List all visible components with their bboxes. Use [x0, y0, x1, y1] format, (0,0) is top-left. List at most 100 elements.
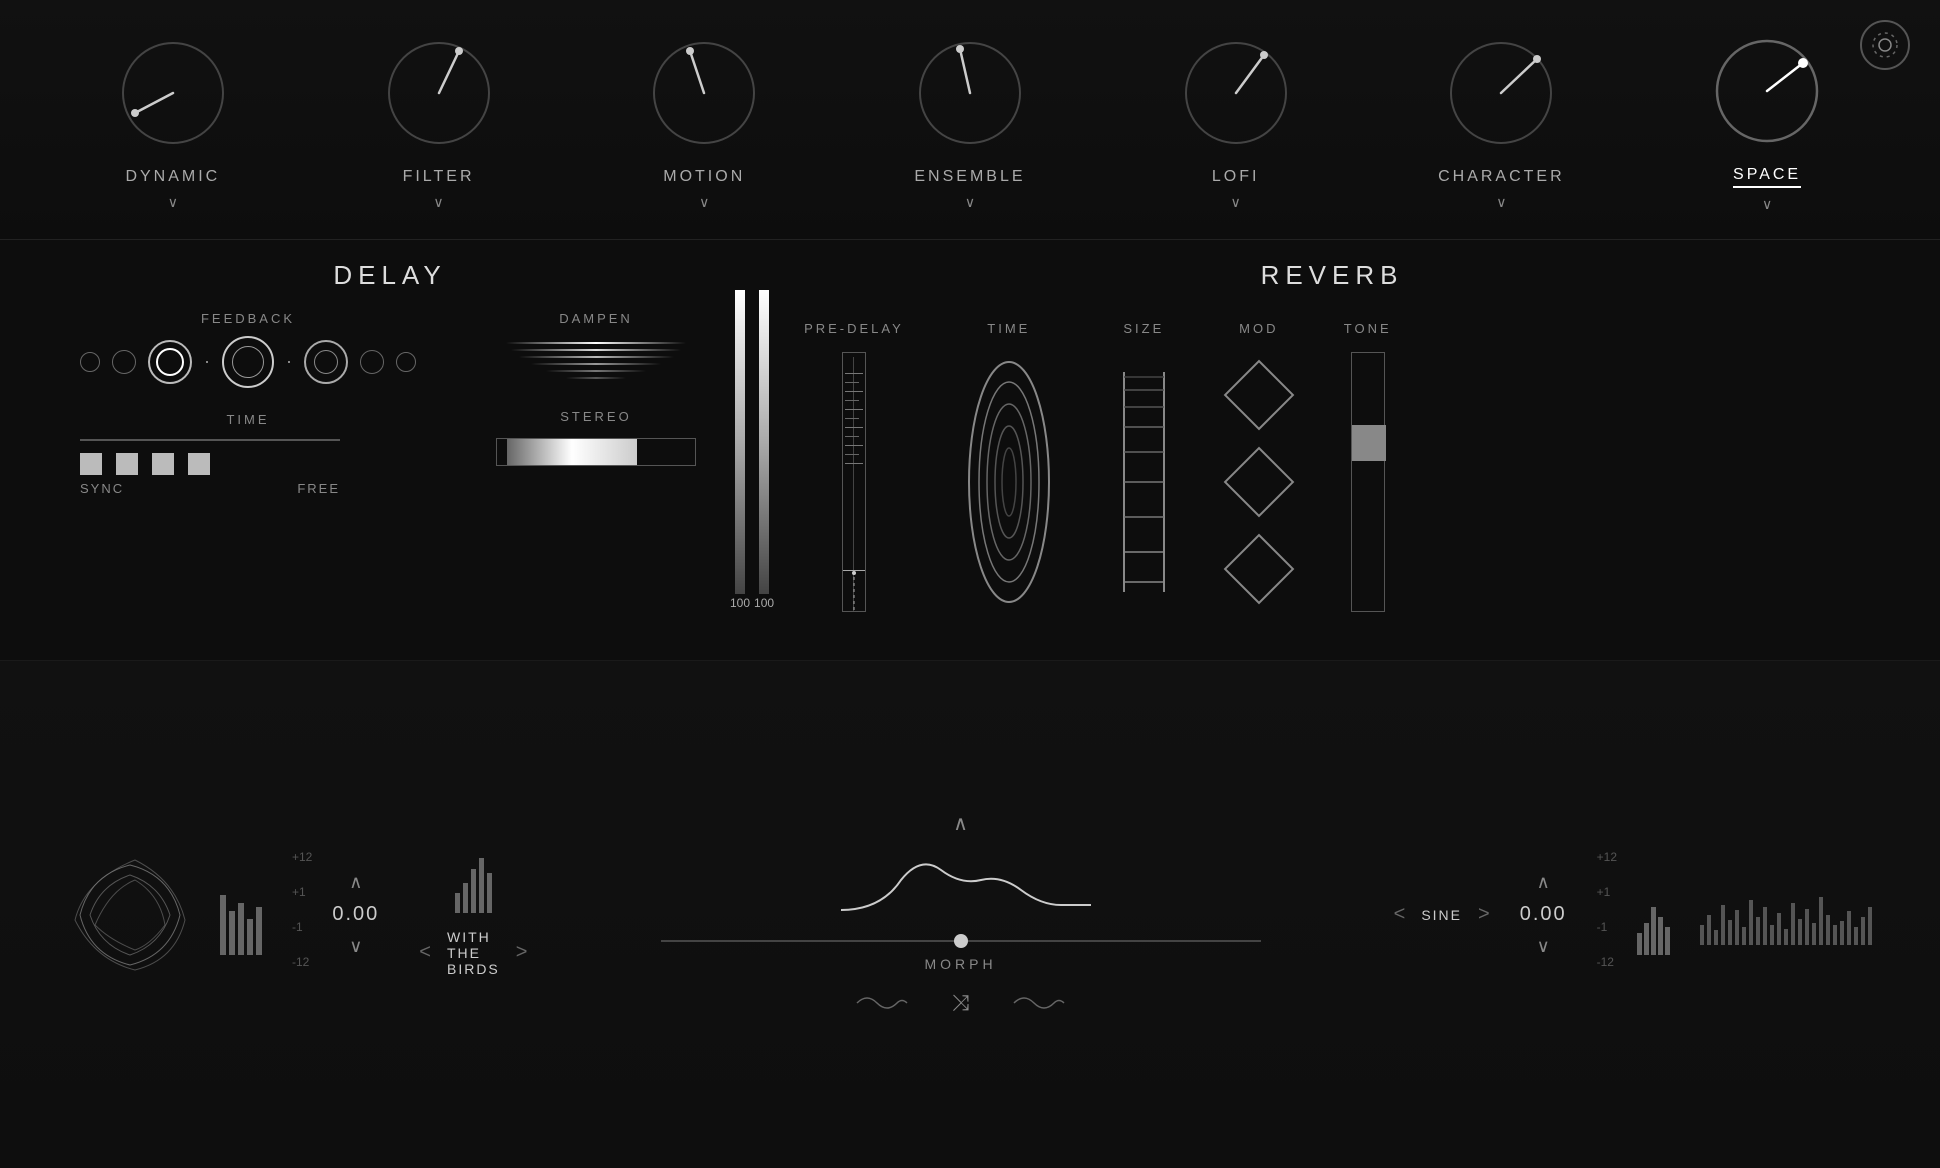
bottom-left: +12 +1 -1 -12 ∧ 0.00 ∨ < — [60, 845, 527, 985]
input-controls-right: ∧ 0.00 ∨ — [1520, 872, 1567, 957]
meter-value-left: 100 — [730, 596, 750, 610]
diamond-top — [1223, 360, 1294, 431]
stereo-slider[interactable] — [496, 438, 696, 466]
shuffle-icon[interactable]: ⤨ — [952, 990, 970, 1016]
reverb-size-control: SIZE — [1114, 321, 1174, 612]
db-scale-labels-right: +12 +1 -1 -12 — [1597, 850, 1617, 970]
down-arrow-right[interactable]: ∨ — [1537, 936, 1550, 957]
reverb-mod-shape[interactable] — [1234, 352, 1284, 612]
knob-arrow-ensemble[interactable]: ∨ — [965, 194, 975, 211]
preset-prev-right[interactable]: < — [1394, 903, 1406, 926]
value-display-left: 0.00 — [332, 903, 379, 926]
morph-handle[interactable] — [954, 934, 968, 948]
morph-waveform-display — [821, 850, 1101, 930]
fb-dot-3[interactable] — [148, 340, 192, 384]
dampen-visual[interactable] — [496, 342, 696, 379]
preset-name-row-right: < SINE > — [1394, 903, 1490, 926]
reverb-title: REVERB — [804, 260, 1860, 291]
level-bar-4 — [247, 919, 253, 955]
preset-nav-right: < SINE > — [1394, 903, 1490, 926]
sync-label[interactable]: SYNC — [80, 481, 124, 496]
feedback-circles[interactable] — [80, 336, 416, 388]
fb-dot-4[interactable] — [222, 336, 274, 388]
time-sq-4[interactable] — [188, 453, 210, 475]
reverb-mod-control: MOD — [1234, 321, 1284, 612]
fb-dot-1[interactable] — [80, 352, 100, 372]
reverb-tone-slider[interactable] — [1351, 352, 1385, 612]
preset-next-right[interactable]: > — [1478, 903, 1490, 926]
reverb-time-control: TIME — [964, 321, 1054, 612]
up-arrow-left[interactable]: ∧ — [349, 872, 362, 893]
knob-ensemble[interactable] — [905, 28, 1035, 158]
reverb-time-shape[interactable] — [964, 352, 1054, 612]
meter-right-col: 100 — [754, 290, 774, 610]
dampen-label: DAMPEN — [496, 311, 696, 326]
knob-dynamic[interactable] — [108, 28, 238, 158]
stereo-label: STEREO — [496, 409, 696, 424]
db-plus12-right: +12 — [1597, 850, 1617, 864]
knob-label-character: CHARACTER — [1438, 168, 1565, 186]
knob-arrow-character[interactable]: ∨ — [1496, 194, 1506, 211]
knob-group-dynamic: DYNAMIC ∨ — [108, 28, 238, 211]
top-knobs-bar: DYNAMIC ∨ FILTER ∨ MOTION ∨ — [0, 0, 1940, 240]
knob-arrow-filter[interactable]: ∨ — [433, 194, 443, 211]
time-sq-1[interactable] — [80, 453, 102, 475]
preset-nav-left: < WITH THE BIRDS > — [419, 853, 527, 977]
time-label: TIME — [80, 412, 416, 427]
pre-delay-slider[interactable] — [842, 352, 866, 612]
up-arrow-right[interactable]: ∧ — [1537, 872, 1550, 893]
meter-left-col: 100 — [730, 290, 750, 610]
db-plus1-left: +1 — [292, 885, 312, 899]
knob-arrow-space[interactable]: ∨ — [1762, 196, 1772, 213]
time-group: TIME — [80, 412, 416, 475]
db-minus1-right: -1 — [1597, 920, 1617, 934]
preset-prev-button[interactable]: < — [419, 941, 431, 964]
knob-lofi[interactable] — [1171, 28, 1301, 158]
settings-icon[interactable] — [1860, 20, 1910, 70]
morph-center: ∧ MORPH ⤨ — [527, 811, 1393, 1018]
time-sq-3[interactable] — [152, 453, 174, 475]
morph-slider-row[interactable] — [661, 940, 1261, 942]
down-arrow-left[interactable]: ∨ — [349, 936, 362, 957]
dual-meter-container: 100 100 — [730, 260, 774, 640]
knob-filter[interactable] — [374, 28, 504, 158]
tone-handle[interactable] — [1352, 425, 1386, 461]
fb-dot-5[interactable] — [304, 340, 348, 384]
reverb-size-label: SIZE — [1123, 321, 1164, 336]
knob-group-lofi: LOFI ∨ — [1171, 28, 1301, 211]
knob-arrow-lofi[interactable]: ∨ — [1231, 194, 1241, 211]
preset-next-button[interactable]: > — [516, 941, 528, 964]
morph-bottom-icons: ⤨ — [852, 988, 1070, 1018]
time-squares[interactable] — [80, 453, 416, 475]
knob-group-ensemble: ENSEMBLE ∨ — [905, 28, 1035, 211]
knob-label-motion: MOTION — [663, 168, 745, 186]
preset-name-right: SINE — [1421, 907, 1462, 923]
knob-character[interactable] — [1436, 28, 1566, 158]
free-label[interactable]: FREE — [297, 481, 340, 496]
fb-dot-2[interactable] — [112, 350, 136, 374]
knob-space[interactable] — [1702, 26, 1832, 156]
reverb-size-shape[interactable] — [1114, 352, 1174, 612]
fb-dot-6[interactable] — [360, 350, 384, 374]
db-plus12-left: +12 — [292, 850, 312, 864]
preset-name-row-left: < WITH THE BIRDS > — [419, 929, 527, 977]
knob-arrow-dynamic[interactable]: ∨ — [168, 194, 178, 211]
db-scale-labels-left: +12 +1 -1 -12 — [292, 850, 312, 970]
knob-motion[interactable] — [639, 28, 769, 158]
knob-arrow-motion[interactable]: ∨ — [699, 194, 709, 211]
time-track[interactable] — [80, 439, 340, 441]
reverb-time-label: TIME — [987, 321, 1030, 336]
knob-group-space: SPACE ∨ — [1702, 26, 1832, 213]
waveform-left-visual — [60, 845, 200, 985]
morph-up-arrow[interactable]: ∧ — [953, 811, 968, 836]
input-level-bars — [455, 853, 492, 913]
fb-dot-7[interactable] — [396, 352, 416, 372]
reverb-section: REVERB PRE-DELAY — [784, 260, 1880, 640]
db-minus12-right: -12 — [1597, 955, 1617, 969]
preset-name-left: WITH THE BIRDS — [447, 929, 500, 977]
time-sq-2[interactable] — [116, 453, 138, 475]
pre-delay-label: PRE-DELAY — [804, 321, 904, 336]
level-bar-5 — [256, 907, 262, 955]
morph-track[interactable] — [661, 940, 1261, 942]
wave-icon-left — [852, 988, 912, 1018]
